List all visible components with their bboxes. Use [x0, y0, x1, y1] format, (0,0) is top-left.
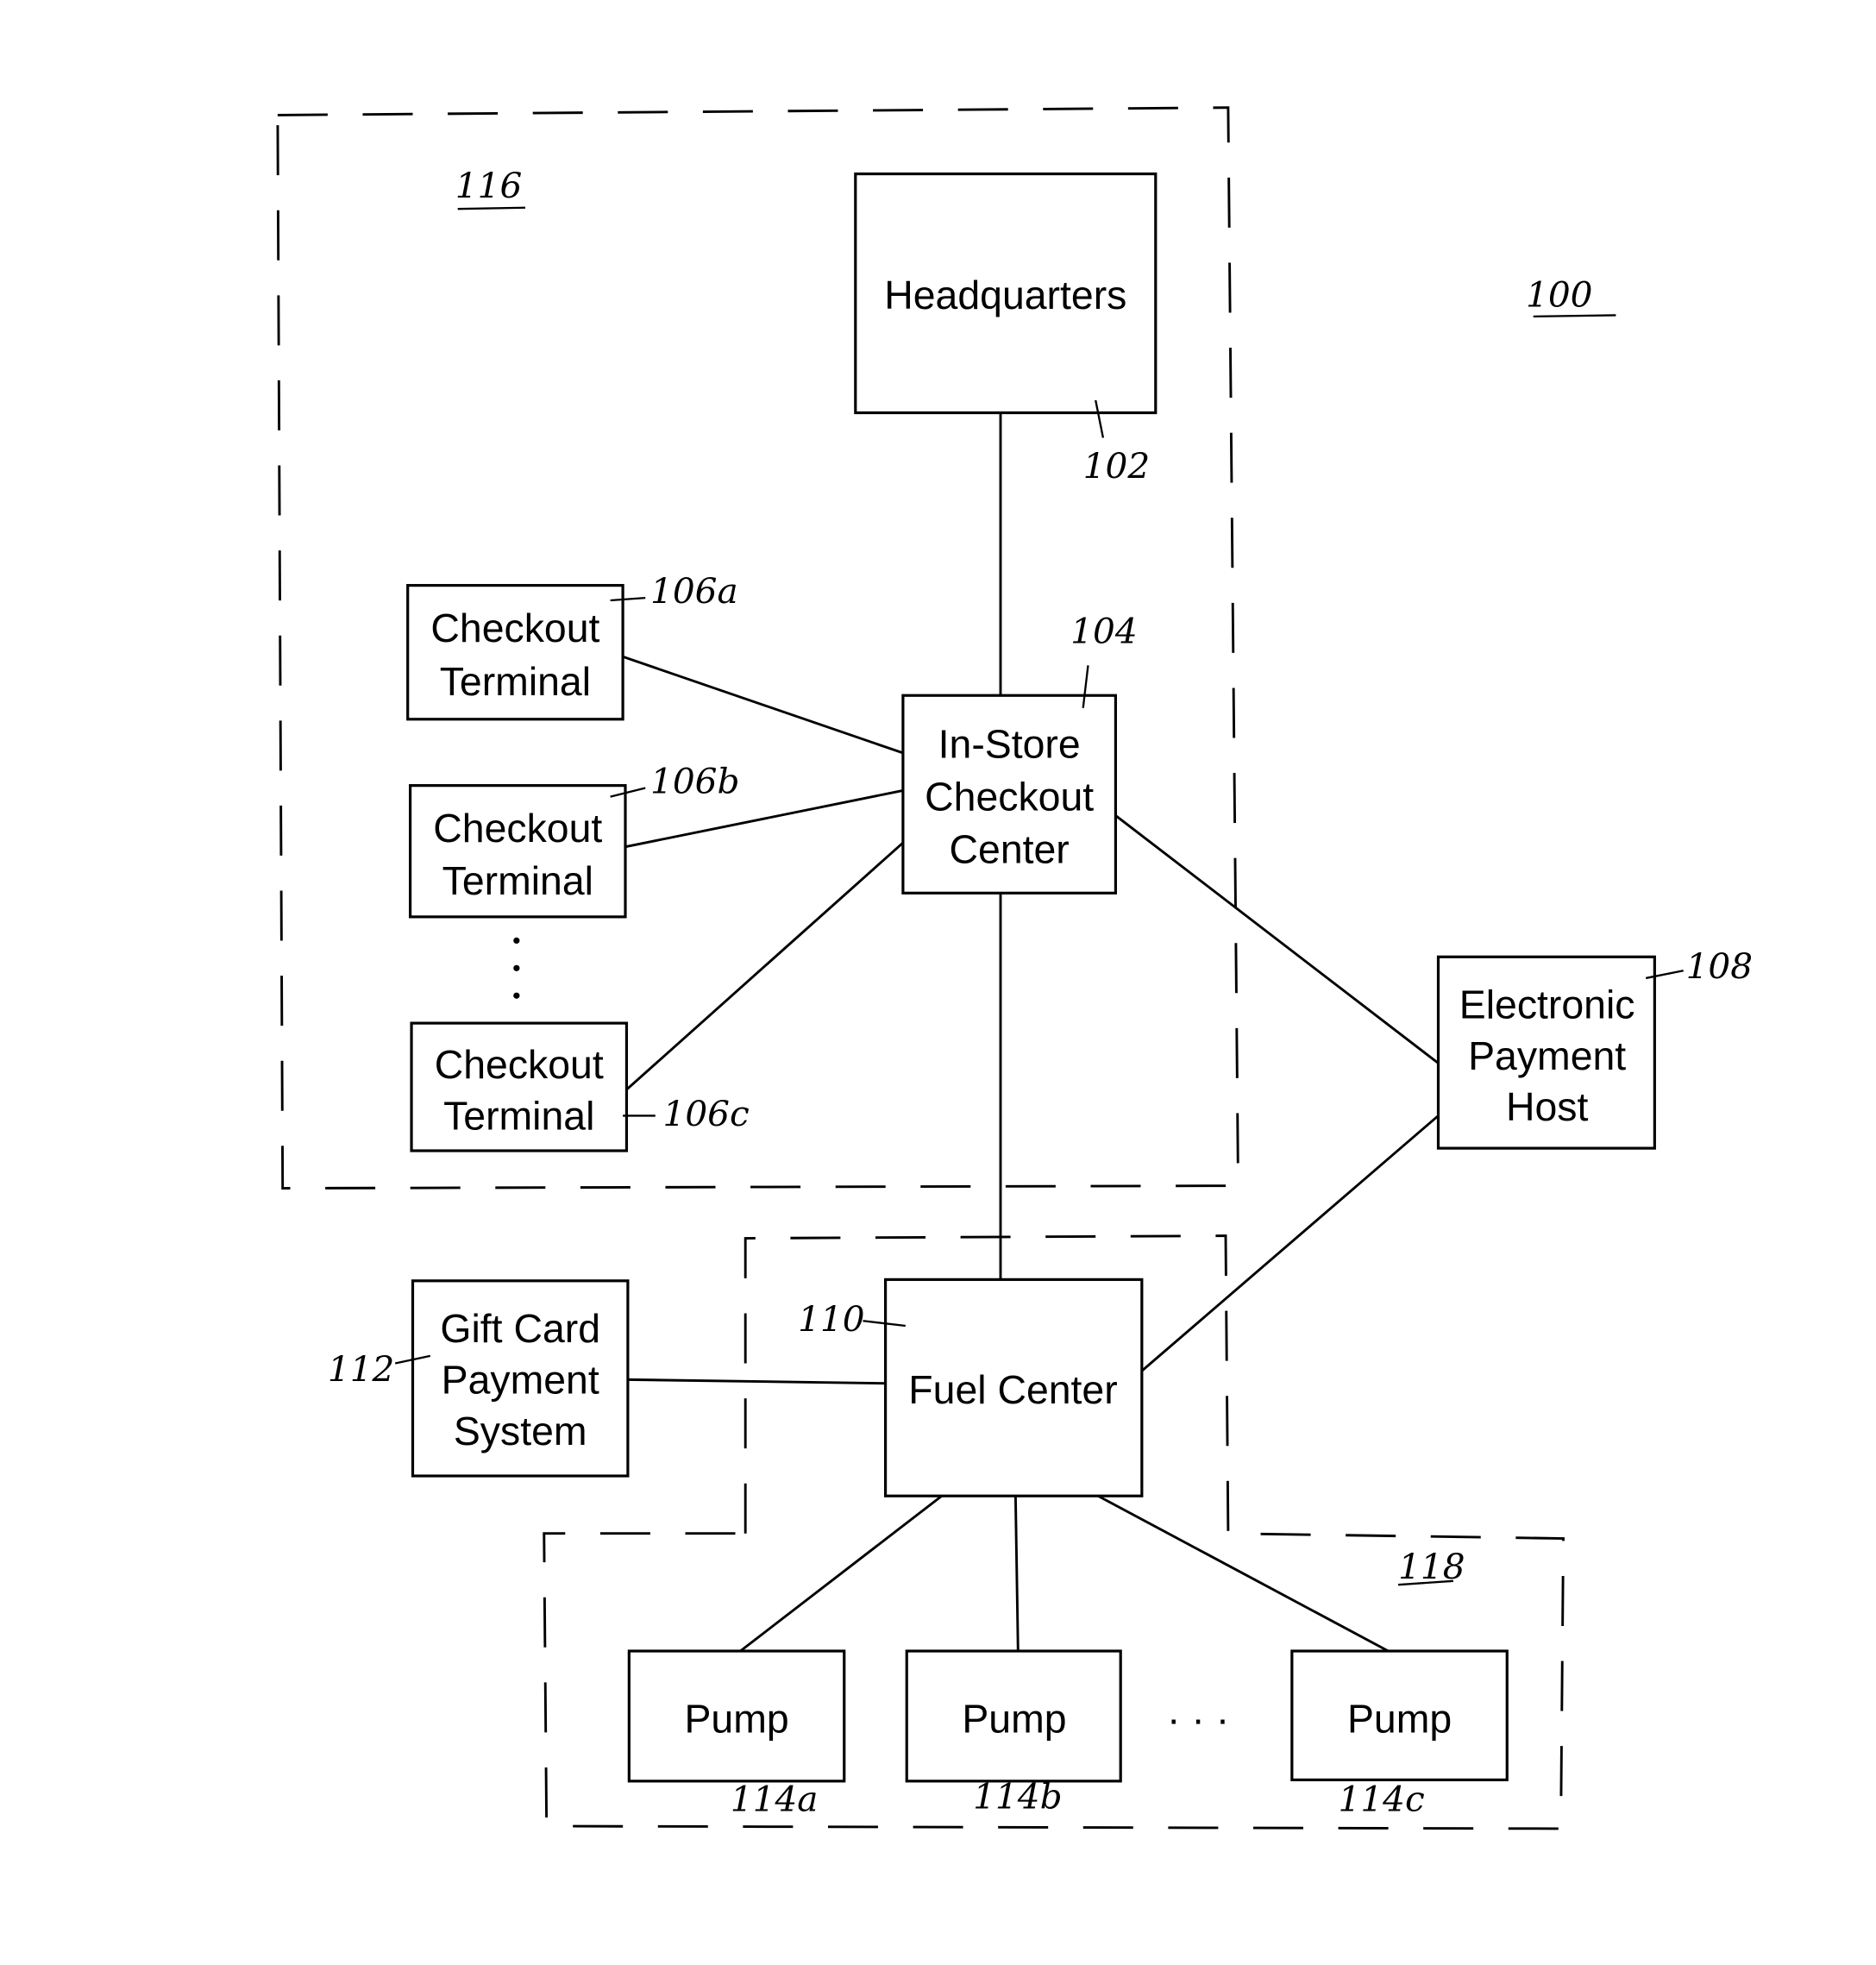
gift-card-system-node: Gift Card Payment System	[411, 1279, 630, 1478]
fuel-region-ref: 118	[1398, 1546, 1465, 1587]
link-center-payment-host	[1114, 814, 1440, 1064]
node-label: Checkout	[925, 775, 1094, 819]
link-fuel-payment-host	[1140, 1114, 1440, 1372]
underline	[457, 206, 526, 210]
node-label: Checkout	[430, 606, 599, 650]
vertical-ellipsis	[513, 937, 520, 999]
node-label: Terminal	[443, 1093, 594, 1138]
store-region-ref: 116	[455, 165, 522, 206]
underline	[1533, 314, 1616, 318]
ref-label: 108	[1686, 945, 1753, 987]
ref-label: 114c	[1338, 1779, 1424, 1820]
ref-label: 114b	[973, 1776, 1062, 1817]
link-fuel-pump-a	[739, 1495, 943, 1653]
link-terminal-c	[624, 839, 907, 1092]
pump-b-node: Pump	[905, 1649, 1122, 1783]
ref-label: 106a	[650, 570, 738, 612]
node-label: System	[454, 1409, 587, 1453]
link-terminal-a	[622, 655, 904, 755]
ref-label: 106b	[650, 760, 739, 801]
fuel-center-node: Fuel Center	[884, 1278, 1144, 1497]
node-label: Payment	[1468, 1033, 1626, 1078]
link-fuel-pump-b	[1013, 1496, 1020, 1652]
ref-label: 112	[328, 1348, 394, 1390]
node-label: Terminal	[442, 858, 593, 903]
payment-host-node: Electronic Payment Host	[1436, 955, 1656, 1150]
node-label: Electronic	[1459, 982, 1635, 1026]
pump-c-node: Pump	[1290, 1649, 1509, 1781]
pump-a-node: Pump	[627, 1649, 846, 1783]
ref-label: 110	[798, 1298, 864, 1340]
checkout-terminal-c-node: Checkout Terminal	[410, 1021, 629, 1152]
system-ref: 100	[1526, 273, 1592, 315]
node-label: Payment	[442, 1357, 599, 1402]
node-label: In-Store	[938, 722, 1081, 767]
system-diagram: Headquarters 102 In-Store Checkout Cente…	[276, 106, 1753, 1830]
node-label: Pump	[684, 1696, 788, 1741]
node-label: Fuel Center	[908, 1367, 1117, 1412]
node-label: Pump	[962, 1696, 1066, 1741]
node-label: Center	[950, 827, 1070, 872]
node-label: Host	[1506, 1084, 1588, 1129]
headquarters-node: Headquarters	[854, 172, 1158, 415]
node-label: Headquarters	[884, 273, 1126, 317]
link-fuel-pump-c	[1097, 1494, 1390, 1653]
node-label: Gift Card	[440, 1306, 600, 1351]
link-giftcard-fuel	[627, 1378, 886, 1385]
node-label: Terminal	[440, 659, 591, 704]
checkout-center-node: In-Store Checkout Center	[901, 694, 1117, 895]
ref-label: 104	[1070, 610, 1137, 651]
horizontal-ellipsis: · · ·	[1167, 1696, 1229, 1741]
checkout-terminal-b-node: Checkout Terminal	[409, 784, 627, 919]
ref-label: 106c	[662, 1093, 749, 1134]
node-label: Pump	[1347, 1696, 1452, 1741]
ref-label: 102	[1083, 445, 1150, 487]
checkout-terminal-a-node: Checkout Terminal	[406, 584, 624, 721]
node-label: Checkout	[433, 806, 602, 851]
node-label: Checkout	[435, 1042, 604, 1087]
ref-label: 114a	[731, 1779, 819, 1820]
